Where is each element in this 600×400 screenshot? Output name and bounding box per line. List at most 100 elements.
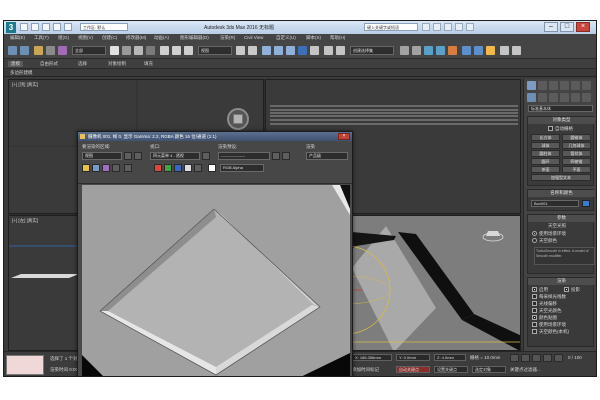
pyramid-button[interactable]: 四棱锥 [562,158,591,165]
alpha-channel-icon[interactable] [184,164,192,172]
y-coordinate-field[interactable]: Y: 0.0mm [396,354,430,361]
steering-wheel-icon[interactable] [227,108,249,130]
geometry-icon[interactable] [527,93,536,102]
selected-objects-dropdown[interactable]: 选定对象 [472,366,506,373]
z-coordinate-field[interactable]: Z: 4.0mm [434,354,466,361]
modify-tab-icon[interactable] [538,81,547,90]
select-and-manipulate-icon[interactable] [248,46,257,55]
menu-scripting[interactable]: 脚本(S) [306,35,321,41]
cylinder-button[interactable]: 圆柱体 [531,150,560,157]
hierarchy-tab-icon[interactable] [549,81,558,90]
select-object-icon[interactable] [110,46,119,55]
menu-customize[interactable]: 自定义(U) [276,35,296,41]
curve-editor-icon[interactable] [424,46,433,55]
channel-display-dropdown[interactable]: RGB Alpha [220,164,264,172]
set-key-button[interactable]: 设置关键点 [434,366,468,373]
render-production-icon[interactable] [486,46,495,55]
communication-center-icon[interactable] [444,23,452,31]
save-file-icon[interactable] [42,23,50,31]
align-icon[interactable] [336,46,345,55]
window-crossing-icon[interactable] [146,46,155,55]
unlink-icon[interactable] [46,46,55,55]
lock-viewport-icon[interactable] [202,152,210,160]
name-color-header[interactable]: 名称和颜色 [528,190,595,197]
select-and-move-icon[interactable] [160,46,169,55]
red-channel-icon[interactable] [154,164,162,172]
box-button[interactable]: 长方体 [531,134,560,141]
render-opt-checkbox[interactable] [532,329,537,334]
edit-region-icon[interactable] [124,152,132,160]
swatch-icon[interactable] [208,164,216,172]
viewcube-icon[interactable] [482,228,504,242]
angle-snap-icon[interactable] [274,46,283,55]
menu-help[interactable]: 帮助(H) [330,35,345,41]
render-type-dropdown[interactable]: 产品级 [306,152,348,160]
mirror-icon[interactable] [324,46,333,55]
subscription-icon[interactable] [433,23,441,31]
cone-button[interactable]: 圆锥体 [562,134,591,141]
render-opt-checkbox[interactable] [532,315,537,320]
blue-channel-icon[interactable] [174,164,182,172]
rendered-frame-window-icon[interactable] [474,46,483,55]
use-scene-env-radio[interactable] [532,231,537,236]
lights-icon[interactable] [549,93,558,102]
ribbon-tab-freeform[interactable]: 自由形式 [40,61,58,67]
tube-button[interactable]: 管状体 [562,150,591,157]
help-icon[interactable] [466,23,474,31]
render-opt-checkbox[interactable] [532,322,537,327]
bind-space-warp-icon[interactable] [58,46,67,55]
ribbon-tab-modeling[interactable]: 建模 [8,61,23,67]
edit-named-selection-icon[interactable] [310,46,319,55]
helpers-icon[interactable] [571,93,580,102]
ribbon-tab-object-paint[interactable]: 对象绘制 [108,61,126,67]
area-to-render-dropdown[interactable]: 视图 [82,152,122,160]
maxscript-listener[interactable] [6,355,44,375]
menu-group[interactable]: 组(G) [58,35,69,41]
x-coordinate-field[interactable]: X: 186.356mm [352,354,392,361]
object-category-dropdown[interactable]: 标准基本体 [528,105,593,112]
search-input[interactable]: 键入关键字或短语 [364,23,418,31]
render-setup-icon[interactable] [462,46,471,55]
sky-color-radio[interactable] [532,238,537,243]
material-editor-icon[interactable] [448,46,457,55]
menu-views[interactable]: 视图(V) [78,35,93,41]
render-setup-icon[interactable] [272,152,280,160]
menu-tools[interactable]: 工具(T) [34,35,49,41]
named-selection-set-dropdown[interactable]: 创建选择集 [350,46,394,55]
viewport-dropdown[interactable]: 四元菜单 4 - 透视 [150,152,200,160]
clear-image-icon[interactable] [124,164,132,172]
textplus-button[interactable]: 加强型文本 [531,174,591,181]
menu-rendering[interactable]: 渲染(R) [220,35,235,41]
go-to-start-icon[interactable] [510,354,519,362]
cameras-icon[interactable] [560,93,569,102]
render-header[interactable]: 渲染 [528,278,595,285]
new-scene-icon[interactable] [20,23,28,31]
space-warps-icon[interactable] [582,93,591,102]
play-icon[interactable] [532,354,541,362]
parameters-header[interactable]: 参数 [528,215,595,222]
auto-key-button[interactable]: 自动关键点 [396,366,430,373]
object-color-swatch[interactable] [582,200,590,207]
render-in-cloud-icon[interactable] [500,46,509,55]
close-button[interactable]: × [576,22,590,32]
shapes-icon[interactable] [538,93,547,102]
green-channel-icon[interactable] [164,164,172,172]
minimize-button[interactable]: – [544,22,558,32]
save-image-icon[interactable] [82,164,90,172]
clone-window-icon[interactable] [102,164,110,172]
environment-icon[interactable] [282,152,290,160]
favorites-icon[interactable] [455,23,463,31]
display-tab-icon[interactable] [571,81,580,90]
torus-button[interactable]: 圆环 [531,158,560,165]
plane-button[interactable]: 平面 [562,166,591,173]
undo-icon[interactable] [8,46,17,55]
render-opt-checkbox[interactable] [532,294,537,299]
print-image-icon[interactable] [112,164,120,172]
ribbon-tab-populate[interactable]: 填充 [144,61,153,67]
ribbon-tab-selection[interactable]: 选择 [78,61,87,67]
select-and-link-icon[interactable] [34,46,43,55]
open-file-icon[interactable] [31,23,39,31]
next-frame-icon[interactable] [543,354,552,362]
selection-filter-dropdown[interactable]: 全部 [72,46,106,55]
autogrid-checkbox[interactable] [548,126,553,131]
